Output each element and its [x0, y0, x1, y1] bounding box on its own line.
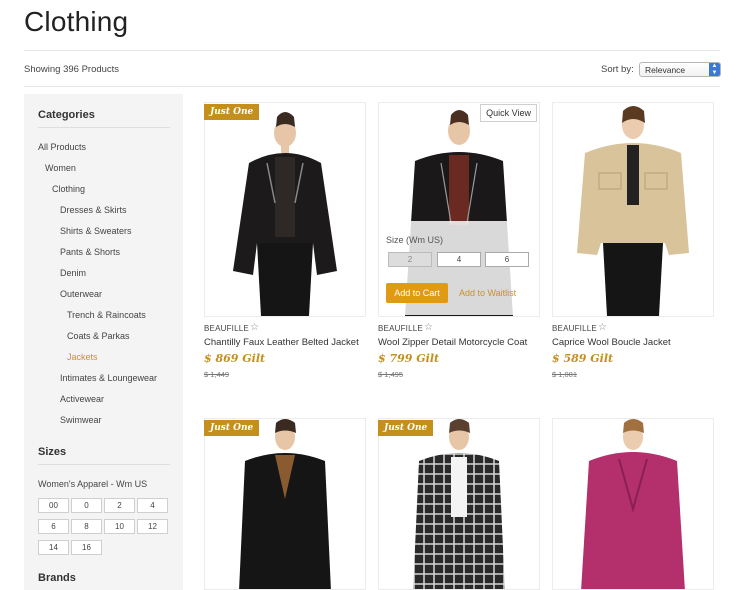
sizes-divider: [38, 464, 170, 465]
add-to-cart-button[interactable]: Add to Cart: [386, 283, 448, 303]
category-swimwear[interactable]: Swimwear: [60, 415, 102, 425]
sizes-heading: Sizes: [38, 446, 67, 458]
category-outerwear[interactable]: Outerwear: [60, 289, 102, 299]
category-pants-shorts[interactable]: Pants & Shorts: [60, 247, 120, 257]
product-original-price: $ 1,081: [552, 370, 578, 379]
category-dresses-skirts[interactable]: Dresses & Skirts: [60, 205, 127, 215]
size-option[interactable]: 0: [71, 498, 102, 513]
product-price: $ 799 Gilt: [378, 352, 440, 365]
favorite-star-icon[interactable]: ☆: [424, 322, 433, 333]
quick-view-button[interactable]: Quick View: [480, 104, 537, 122]
sort-value: Relevance: [645, 65, 686, 75]
size-option-unavailable[interactable]: 2: [388, 252, 432, 267]
product-image[interactable]: [552, 418, 714, 590]
product-name[interactable]: Chantilly Faux Leather Belted Jacket: [204, 337, 359, 348]
category-shirts-sweaters[interactable]: Shirts & Sweaters: [60, 226, 132, 236]
product-name[interactable]: Caprice Wool Boucle Jacket: [552, 337, 671, 348]
quick-add-overlay: Size (Wm US) 2 4 6 Add to Cart Add to Wa…: [379, 221, 539, 315]
toolbar-divider: [24, 86, 720, 87]
just-one-badge: Just One: [378, 420, 434, 436]
model-figure: [581, 419, 685, 589]
category-all-products[interactable]: All Products: [38, 142, 86, 152]
product-image[interactable]: [204, 102, 366, 317]
filter-sidebar: Categories All Products Women Clothing D…: [24, 94, 183, 590]
categories-heading: Categories: [38, 109, 95, 121]
category-clothing[interactable]: Clothing: [52, 184, 85, 194]
page-title: Clothing: [24, 6, 129, 37]
sizes-group-label: Women's Apparel - Wm US: [38, 479, 148, 489]
brands-heading: Brands: [38, 572, 76, 584]
product-original-price: $ 1,495: [378, 370, 404, 379]
header-divider: [24, 50, 720, 51]
size-option[interactable]: 14: [38, 540, 69, 555]
size-option[interactable]: 10: [104, 519, 135, 534]
model-figure: [239, 419, 331, 589]
product-brand[interactable]: BEAUFILLE: [378, 324, 423, 333]
product-brand[interactable]: BEAUFILLE: [204, 324, 249, 333]
size-option[interactable]: 00: [38, 498, 69, 513]
size-option[interactable]: 2: [104, 498, 135, 513]
product-image[interactable]: Size (Wm US) 2 4 6 Add to Cart Add to Wa…: [378, 102, 540, 317]
favorite-star-icon[interactable]: ☆: [250, 322, 259, 333]
size-label: Size (Wm US): [386, 235, 443, 245]
category-denim[interactable]: Denim: [60, 268, 86, 278]
model-figure: [577, 106, 689, 316]
category-trench-raincoats[interactable]: Trench & Raincoats: [67, 310, 146, 320]
add-to-waitlist-link[interactable]: Add to Waitlist: [459, 288, 516, 298]
sort-select[interactable]: Relevance ▲ ▼: [639, 62, 721, 77]
product-original-price: $ 1,449: [204, 370, 230, 379]
just-one-badge: Just One: [204, 420, 260, 436]
category-activewear[interactable]: Activewear: [60, 394, 104, 404]
product-image[interactable]: [378, 418, 540, 590]
product-price: $ 589 Gilt: [552, 352, 614, 365]
size-option[interactable]: 6: [485, 252, 529, 267]
product-image[interactable]: [552, 102, 714, 317]
product-price: $ 869 Gilt: [204, 352, 266, 365]
category-coats-parkas[interactable]: Coats & Parkas: [67, 331, 130, 341]
just-one-badge: Just One: [204, 104, 260, 120]
product-name[interactable]: Wool Zipper Detail Motorcycle Coat: [378, 337, 527, 348]
model-figure: [233, 112, 337, 316]
model-figure: [413, 419, 505, 589]
category-jackets[interactable]: Jackets: [67, 352, 98, 362]
size-option[interactable]: 6: [38, 519, 69, 534]
size-option[interactable]: 8: [71, 519, 102, 534]
garment: [581, 452, 685, 589]
size-option[interactable]: 12: [137, 519, 168, 534]
product-brand[interactable]: BEAUFILLE: [552, 324, 597, 333]
size-option[interactable]: 16: [71, 540, 102, 555]
categories-divider: [38, 127, 170, 128]
product-image[interactable]: [204, 418, 366, 590]
size-option[interactable]: 4: [437, 252, 481, 267]
sort-label: Sort by:: [601, 64, 634, 75]
size-option[interactable]: 4: [137, 498, 168, 513]
product-count: Showing 396 Products: [24, 64, 120, 75]
favorite-star-icon[interactable]: ☆: [598, 322, 607, 333]
select-arrows-icon: ▲ ▼: [709, 63, 720, 76]
category-intimates-loungewear[interactable]: Intimates & Loungewear: [60, 373, 157, 383]
category-women[interactable]: Women: [45, 163, 76, 173]
